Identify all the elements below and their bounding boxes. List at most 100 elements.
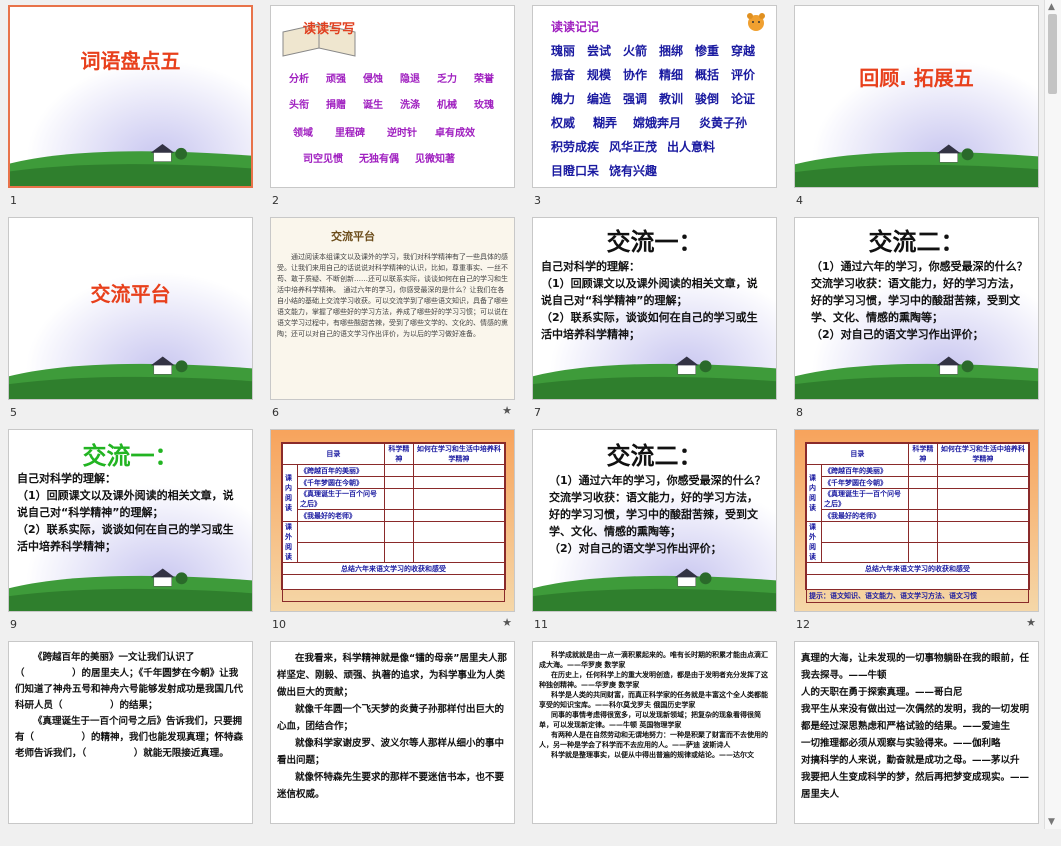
slide-thumbnail-13[interactable]: 《跨越百年的美丽》一文让我们认识了（ ）的居里夫人；《千年圆梦在今朝》让我们知道… xyxy=(0,636,262,846)
slide-body: （1）通过六年的学习，你感受最深的什么？交流学习收获：语文能力，好的学习方法，好… xyxy=(549,472,768,557)
body-paragraph: 科学是人类的共同财富，而真正科学家的任务就是丰富这个全人类都能享受的知识宝库。—… xyxy=(539,691,768,709)
slide-3-canvas[interactable]: 读读记记 瑰丽 尝试 火箭 捆绑 惨重 穿越 振奋 规模 协作 精细 概括 评价… xyxy=(532,5,777,188)
slide-thumbnail-12[interactable]: 目录 科学精神 如何在学习和生活中培养科学精神 课内阅读 《跨越百年的美丽》 《千年梦… xyxy=(786,424,1048,634)
word: 分析 xyxy=(289,74,309,85)
body-paragraph: 在我看来，科学精神就是像“镭的母亲”居里夫人那样坚定、刚毅、顽强、执著的追求，为… xyxy=(277,653,507,698)
body-paragraph: 《真理诞生于一百个问号之后》告诉我们，只要拥有（ ）的精神，我们也能发现真理；怀… xyxy=(15,716,244,759)
slide-number: 9 xyxy=(10,618,17,631)
body-paragraph: 科学就是整理事实，以便从中得出普遍的规律或结论。——达尔文 xyxy=(551,751,754,759)
slide-title: 词语盘点五 xyxy=(80,49,181,73)
word: 见微知著 xyxy=(415,154,455,165)
table-cell: 《跨越百年的美丽》 xyxy=(821,464,909,477)
body-paragraph: 对搞科学的人来说，勤奋就是成功之母。——茅以升 xyxy=(801,755,1020,766)
word: 玫瑰 xyxy=(474,100,494,111)
table-header: 目录 xyxy=(282,443,385,465)
slide-13-canvas[interactable]: 《跨越百年的美丽》一文让我们认识了（ ）的居里夫人；《千年圆梦在今朝》让我们知道… xyxy=(8,641,253,824)
word: 穿越 xyxy=(731,44,756,58)
slide-5-canvas[interactable]: 交流平台 xyxy=(8,217,253,400)
word: 饶有兴趣 xyxy=(609,164,658,178)
slide-14-canvas[interactable]: 在我看来，科学精神就是像“镭的母亲”居里夫人那样坚定、刚毅、顽强、执著的追求，为… xyxy=(270,641,515,824)
body-paragraph: 我平生从来没有做出过一次偶然的发明，我的一切发明都是经过深思熟虑和严格试验的结果… xyxy=(801,704,1030,732)
body-paragraph: 就像科学家谢皮罗、波义尔等人那样从细小的事中看出问题； xyxy=(277,738,505,766)
slide-10-canvas[interactable]: 目录 科学精神 如何在学习和生活中培养科学精神 课内阅读 《跨越百年的美丽》 《千年梦… xyxy=(270,429,515,612)
slide-8-canvas[interactable]: 交流二： （1）通过六年的学习，你感受最深的什么？交流学习收获：语文能力，好的学… xyxy=(794,217,1039,400)
slide-number: 6 xyxy=(272,406,279,419)
slide-thumbnail-16[interactable]: 真理的大海，让未发现的一切事物躺卧在我的眼前，任我去探寻。——牛顿 人的天职在勇… xyxy=(786,636,1048,846)
table-cell: 《真理诞生于一百个问号之后》 xyxy=(297,488,385,510)
body-paragraph: 有两种人是在自然劳动和无谓地努力：一种是积聚了财富而不去使用的人，另一种是学会了… xyxy=(539,731,768,749)
slide-2-canvas[interactable]: 读读写写 分析 顽强 侵蚀 隐退 乏力 荣誉 头衔 捐赠 诞生 洗涤 机械 玫瑰… xyxy=(270,5,515,188)
scroll-up-icon[interactable]: ▲ xyxy=(1048,2,1055,12)
table-cell: 《我最好的老师》 xyxy=(297,509,385,522)
word: 炎黄子孙 xyxy=(699,116,748,130)
summary-table: 目录 科学精神 如何在学习和生活中培养科学精神 课内阅读 《跨越百年的美丽》 《千年梦… xyxy=(805,442,1030,603)
slide-number: 11 xyxy=(534,618,548,631)
slide-number: 7 xyxy=(534,406,541,419)
slide-thumbnail-1[interactable]: 词语盘点五 1 xyxy=(0,0,262,210)
slide-11-canvas[interactable]: 交流二： （1）通过六年的学习，你感受最深的什么？交流学习收获：语文能力，好的学… xyxy=(532,429,777,612)
landscape-illustration xyxy=(795,6,1038,187)
landscape-illustration xyxy=(10,7,251,186)
slide-7-canvas[interactable]: 交流一： 自己对科学的理解： （1）回顾课文以及课外阅读的相关文章，说说自己对“… xyxy=(532,217,777,400)
word: 卓有成效 xyxy=(435,128,475,139)
slide-9-canvas[interactable]: 交流一： 自己对科学的理解： （1）回顾课文以及课外阅读的相关文章，说说自己对“… xyxy=(8,429,253,612)
animation-star-icon: ★ xyxy=(502,616,512,629)
slide-number: 10 xyxy=(272,618,286,631)
slide-title: 回顾. 拓展五 xyxy=(859,66,974,90)
slide-thumbnail-6[interactable]: 交流平台 通过阅读本组课文以及课外的学习，我们对科学精神有了一些具体的感受。让我… xyxy=(262,212,524,422)
slide-thumbnail-4[interactable]: 回顾. 拓展五 4 xyxy=(786,0,1048,210)
slide-thumbnail-10[interactable]: 目录 科学精神 如何在学习和生活中培养科学精神 课内阅读 《跨越百年的美丽》 《千年梦… xyxy=(262,424,524,634)
body-line: （1）通过六年的学习，你感受最深的什么？交流学习收获：语文能力，好的学习方法，好… xyxy=(811,260,1028,324)
slide-thumbnail-11[interactable]: 交流二： （1）通过六年的学习，你感受最深的什么？交流学习收获：语文能力，好的学… xyxy=(524,424,786,634)
table-header: 科学精神 xyxy=(907,443,938,465)
slide-number: 3 xyxy=(534,194,541,207)
slide-title: 交流一： xyxy=(606,228,703,256)
slide-body-text: 通过阅读本组课文以及课外的学习，我们对科学精神有了一些具体的感受。让我们来用自己… xyxy=(277,253,508,338)
table-group-label: 课内阅读 xyxy=(282,464,298,522)
word: 司空见惯 xyxy=(303,154,343,165)
slide-header: 读读写写 xyxy=(303,22,356,37)
vertical-scrollbar[interactable]: ▲ ▼ xyxy=(1044,0,1061,829)
slide-thumbnail-2[interactable]: 读读写写 分析 顽强 侵蚀 隐退 乏力 荣誉 头衔 捐赠 诞生 洗涤 机械 玫瑰… xyxy=(262,0,524,210)
body-paragraph: 真理的大海，让未发现的一切事物躺卧在我的眼前，任我去探寻。——牛顿 xyxy=(801,653,1030,681)
table-footer: 总结六年来语文学习的收获和感受 xyxy=(282,562,505,575)
slide-thumbnail-7[interactable]: 交流一： 自己对科学的理解： （1）回顾课文以及课外阅读的相关文章，说说自己对“… xyxy=(524,212,786,422)
animation-star-icon: ★ xyxy=(1026,616,1036,629)
slide-16-canvas[interactable]: 真理的大海，让未发现的一切事物躺卧在我的眼前，任我去探寻。——牛顿 人的天职在勇… xyxy=(794,641,1039,824)
word: 瑰丽 xyxy=(551,44,576,58)
slide-title: 交流平台 xyxy=(90,282,171,306)
animation-star-icon: ★ xyxy=(502,404,512,417)
slide-1-canvas[interactable]: 词语盘点五 xyxy=(8,5,253,188)
slide-number: 8 xyxy=(796,406,803,419)
word: 洗涤 xyxy=(400,100,420,111)
table-footer: 总结六年来语文学习的收获和感受 xyxy=(806,562,1029,575)
slide-body: 真理的大海，让未发现的一切事物躺卧在我的眼前，任我去探寻。——牛顿 人的天职在勇… xyxy=(801,650,1032,803)
slide-thumbnail-3[interactable]: 读读记记 瑰丽 尝试 火箭 捆绑 惨重 穿越 振奋 规模 协作 精细 概括 评价… xyxy=(524,0,786,210)
slide-4-canvas[interactable]: 回顾. 拓展五 xyxy=(794,5,1039,188)
slide-thumbnail-14[interactable]: 在我看来，科学精神就是像“镭的母亲”居里夫人那样坚定、刚毅、顽强、执著的追求，为… xyxy=(262,636,524,846)
word: 概括 xyxy=(695,68,720,82)
word: 积劳成疾 xyxy=(551,140,600,154)
slide-title: 交流二： xyxy=(868,228,965,256)
slide-12-canvas[interactable]: 目录 科学精神 如何在学习和生活中培养科学精神 课内阅读 《跨越百年的美丽》 《千年梦… xyxy=(794,429,1039,612)
word: 侵蚀 xyxy=(363,74,383,85)
slide-body: （1）通过六年的学习，你感受最深的什么？交流学习收获：语文能力，好的学习方法，好… xyxy=(811,258,1030,343)
scrollbar-thumb[interactable] xyxy=(1048,14,1057,94)
slide-15-canvas[interactable]: 科学成就就是由一点一滴积累起来的。唯有长时期的积累才能由点滴汇成大海。——华罗庚… xyxy=(532,641,777,824)
slide-6-canvas[interactable]: 交流平台 通过阅读本组课文以及课外的学习，我们对科学精神有了一些具体的感受。让我… xyxy=(270,217,515,400)
word: 捆绑 xyxy=(659,44,684,58)
slide-thumbnail-15[interactable]: 科学成就就是由一点一滴积累起来的。唯有长时期的积累才能由点滴汇成大海。——华罗庚… xyxy=(524,636,786,846)
table-cell: 《跨越百年的美丽》 xyxy=(297,464,385,477)
slide-body: 自己对科学的理解： （1）回顾课文以及课外阅读的相关文章，说说自己对“科学精神”… xyxy=(541,258,768,343)
word: 里程碑 xyxy=(335,128,365,139)
slide-thumbnail-8[interactable]: 交流二： （1）通过六年的学习，你感受最深的什么？交流学习收获：语文能力，好的学… xyxy=(786,212,1048,422)
word: 评价 xyxy=(731,68,756,82)
slide-thumbnail-5[interactable]: 交流平台 5 xyxy=(0,212,262,422)
word: 风华正茂 xyxy=(609,140,658,154)
word: 惨重 xyxy=(695,44,720,58)
scroll-down-icon[interactable]: ▼ xyxy=(1048,817,1055,827)
word: 权威 xyxy=(551,116,576,130)
body-line: （2）联系实际，谈谈如何在自己的学习或生活中培养科学精神； xyxy=(17,523,234,553)
slide-thumbnail-9[interactable]: 交流一： 自己对科学的理解： （1）回顾课文以及课外阅读的相关文章，说说自己对“… xyxy=(0,424,262,634)
word: 魄力 xyxy=(551,92,576,106)
